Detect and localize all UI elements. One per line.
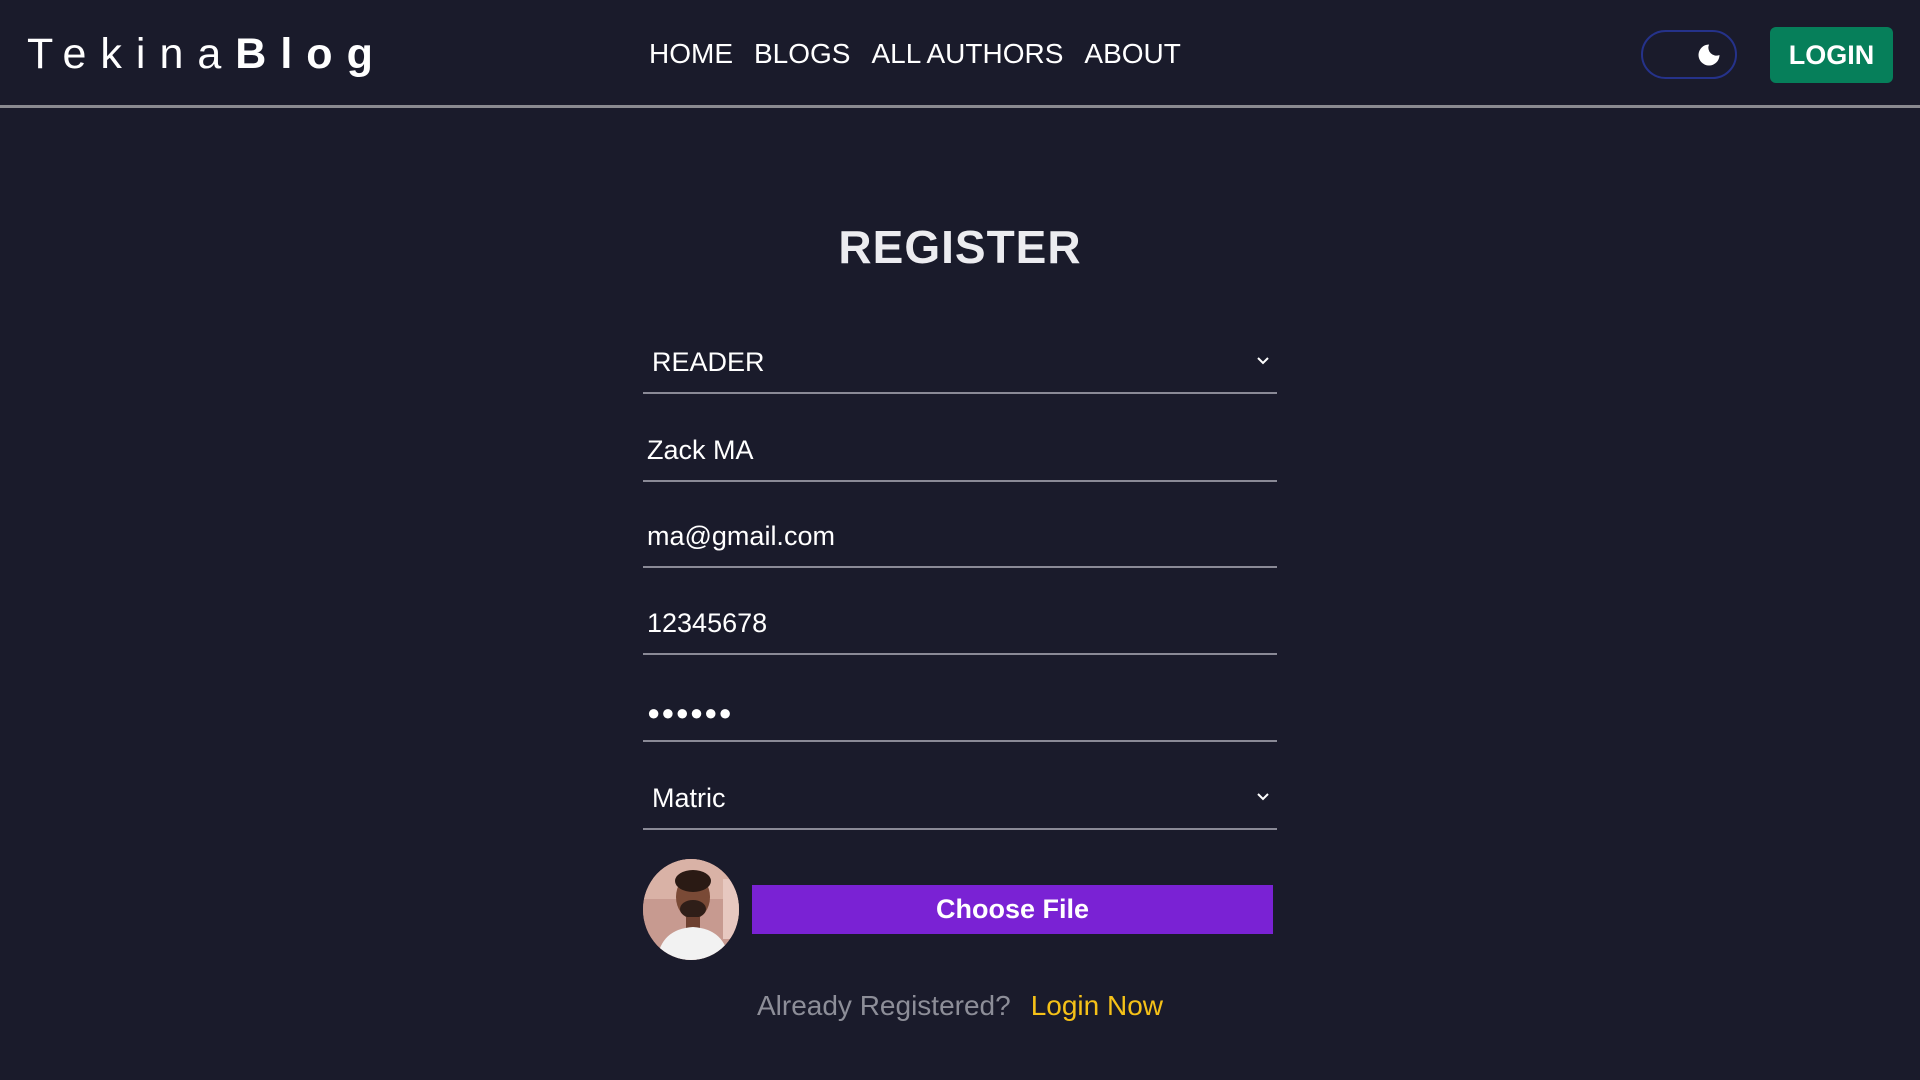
page-title: REGISTER (838, 221, 1082, 273)
password-input[interactable]: ●●●●●● (643, 682, 1277, 742)
brand-logo[interactable]: TekinaBlog (27, 28, 387, 80)
login-now-link[interactable]: Login Now (1031, 990, 1163, 1021)
role-select[interactable]: READER (643, 334, 1277, 394)
brand-bold-text: Blog (235, 30, 387, 78)
brand-light-text: Tekina (27, 30, 236, 78)
profile-photo-icon (643, 859, 739, 960)
education-select-value: Matric (652, 783, 726, 813)
navbar: TekinaBlog HOME BLOGS ALL AUTHORS ABOUT … (0, 0, 1920, 108)
avatar (643, 859, 739, 960)
phone-input-value: 12345678 (647, 608, 768, 638)
phone-input[interactable]: 12345678 (643, 595, 1277, 655)
choose-file-button[interactable]: Choose File (752, 885, 1273, 934)
login-button[interactable]: LOGIN (1770, 27, 1893, 83)
email-input[interactable]: ma@gmail.com (643, 508, 1277, 568)
password-input-value: ●●●●●● (647, 700, 733, 725)
nav-all-authors[interactable]: ALL AUTHORS (871, 33, 1063, 75)
already-registered-text: Already Registered? (756, 990, 1011, 1021)
chevron-down-icon (1257, 357, 1269, 365)
nav-home[interactable]: HOME (649, 33, 733, 75)
nav-about[interactable]: ABOUT (1084, 33, 1180, 75)
nav-links: HOME BLOGS ALL AUTHORS ABOUT (649, 33, 1181, 75)
name-input-value: Zack MA (647, 435, 754, 465)
nav-blogs[interactable]: BLOGS (754, 33, 850, 75)
email-input-value: ma@gmail.com (647, 521, 835, 551)
name-input[interactable]: Zack MA (643, 422, 1277, 482)
education-select[interactable]: Matric (643, 770, 1277, 830)
moon-icon (1698, 44, 1720, 66)
theme-toggle[interactable] (1641, 30, 1737, 79)
chevron-down-icon (1257, 793, 1269, 801)
login-prompt: Already Registered? Login Now (0, 988, 1920, 1024)
role-select-value: READER (652, 347, 765, 377)
